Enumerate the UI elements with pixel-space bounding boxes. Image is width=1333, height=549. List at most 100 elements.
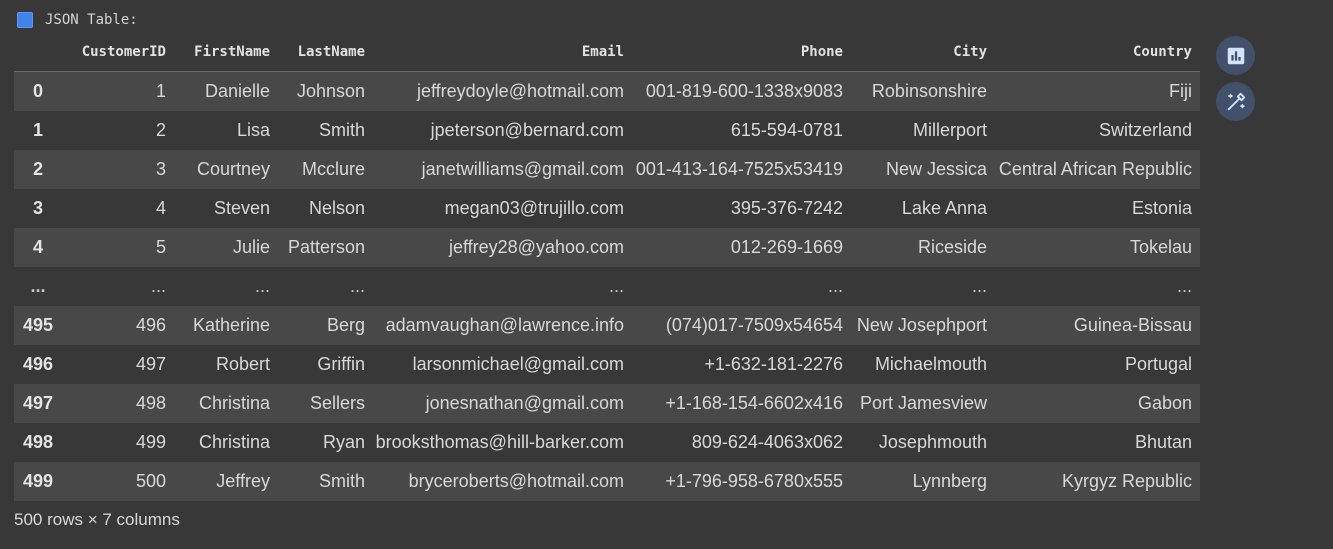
ellipsis-row: ........................ — [14, 267, 1200, 306]
table-body: 0 1 Danielle Johnson jeffreydoyle@hotmail.co… — [14, 71, 1200, 501]
table-row: 1 2 Lisa Smith jpeterson@bernard.com 615-594-… — [14, 111, 1200, 150]
cell-country: Gabon — [1137, 393, 1192, 413]
cell-email: larsonmichael@gmail.com — [412, 354, 624, 374]
cell-customerid: 3 — [155, 159, 166, 179]
table-row: 3 4 Steven Nelson megan03@trujillo.com 395-37… — [14, 189, 1200, 228]
cell-phone: ... — [827, 276, 843, 296]
row-index: 0 — [32, 81, 43, 101]
cell-lastname: Smith — [318, 120, 365, 140]
cell-city: New Josephport — [856, 315, 987, 335]
cell-city: Lake Anna — [901, 198, 987, 218]
cell-lastname: Sellers — [309, 393, 365, 413]
column-header-email: Email — [373, 32, 632, 72]
cell-country: ... — [1176, 276, 1192, 296]
column-header-phone: Phone — [632, 32, 851, 72]
cell-customerid: 497 — [135, 354, 166, 374]
cell-city: Riceside — [917, 237, 987, 257]
cell-email: jeffreydoyle@hotmail.com — [416, 81, 624, 101]
cell-city: Port Jamesview — [859, 393, 987, 413]
column-header-firstname: FirstName — [174, 32, 278, 72]
row-index: 496 — [22, 354, 54, 374]
cell-customerid: 500 — [135, 471, 166, 491]
cell-city: New Jessica — [885, 159, 987, 179]
cell-country: Guinea-Bissau — [1073, 315, 1192, 335]
row-index: 497 — [22, 393, 54, 413]
index-header — [14, 32, 62, 72]
column-header-country: Country — [995, 32, 1200, 72]
cell-country: Tokelau — [1129, 237, 1192, 257]
cell-firstname: Robert — [215, 354, 270, 374]
cell-firstname: Christina — [198, 432, 270, 452]
table-row: 498 499 Christina Ryan brooksthomas@hill-bar… — [14, 423, 1200, 462]
magic-wand-icon — [1225, 91, 1247, 113]
cell-firstname: Danielle — [204, 81, 270, 101]
cell-email: jonesnathan@gmail.com — [425, 393, 624, 413]
cell-country: Portugal — [1124, 354, 1192, 374]
row-index: 495 — [22, 315, 54, 335]
bar-chart-icon — [1225, 45, 1247, 67]
cell-customerid: 4 — [155, 198, 166, 218]
cell-phone: 001-413-164-7525x53419 — [635, 159, 843, 179]
cell-country: Estonia — [1131, 198, 1192, 218]
cell-email: ... — [608, 276, 624, 296]
table-row: 495 496 Katherine Berg adamvaughan@lawrence.… — [14, 306, 1200, 345]
cell-lastname: ... — [349, 276, 365, 296]
cell-email: megan03@trujillo.com — [444, 198, 624, 218]
cell-email: adamvaughan@lawrence.info — [385, 315, 624, 335]
cell-city: Millerport — [912, 120, 987, 140]
cell-country: Switzerland — [1098, 120, 1192, 140]
column-header-customerid: CustomerID — [62, 32, 174, 72]
row-index: 2 — [32, 159, 43, 179]
cell-firstname: Steven — [213, 198, 270, 218]
cell-lastname: Mcclure — [301, 159, 365, 179]
table-row: 4 5 Julie Patterson jeffrey28@yahoo.com 012-2… — [14, 228, 1200, 267]
cell-country: Bhutan — [1134, 432, 1192, 452]
cell-firstname: Courtney — [196, 159, 270, 179]
cell-country: Central African Republic — [998, 159, 1192, 179]
cell-city: Michaelmouth — [874, 354, 987, 374]
cell-phone: +1-796-958-6780x555 — [665, 471, 843, 491]
cell-lastname: Ryan — [322, 432, 365, 452]
table-row: 2 3 Courtney Mcclure janetwilliams@gmail.com… — [14, 150, 1200, 189]
cell-phone: 615-594-0781 — [730, 120, 843, 140]
table-row: 497 498 Christina Sellers jonesnathan@gmail.… — [14, 384, 1200, 423]
cell-lastname: Nelson — [308, 198, 365, 218]
cell-lastname: Smith — [318, 471, 365, 491]
cell-city: Lynnberg — [912, 471, 987, 491]
cell-phone: +1-168-154-6602x416 — [665, 393, 843, 413]
cell-lastname: Griffin — [317, 354, 365, 374]
cell-country: Fiji — [1169, 81, 1192, 101]
table-row: 496 497 Robert Griffin larsonmichael@gmail.c… — [14, 345, 1200, 384]
output-label-text: JSON Table: — [45, 12, 138, 28]
row-index: 1 — [32, 120, 43, 140]
row-index: 498 — [22, 432, 54, 452]
cell-lastname: Johnson — [296, 81, 365, 101]
suggest-charts-button[interactable] — [1216, 36, 1255, 75]
cell-phone: +1-632-181-2276 — [704, 354, 843, 374]
table-row: 0 1 Danielle Johnson jeffreydoyle@hotmail.co… — [14, 71, 1200, 111]
cell-phone: (074)017-7509x54654 — [665, 315, 843, 335]
generate-code-button[interactable] — [1216, 82, 1255, 121]
dataframe-table: CustomerID FirstName LastName Email Phon… — [14, 32, 1200, 501]
cell-city: Robinsonshire — [871, 81, 987, 101]
dataframe-table-container: CustomerID FirstName LastName Email Phon… — [14, 32, 1200, 501]
row-index: 4 — [32, 237, 43, 257]
cell-customerid: 1 — [155, 81, 166, 101]
output-square-icon — [17, 12, 33, 28]
cell-phone: 001-819-600-1338x9083 — [645, 81, 843, 101]
cell-email: janetwilliams@gmail.com — [421, 159, 624, 179]
cell-lastname: Patterson — [287, 237, 365, 257]
cell-phone: 012-269-1669 — [730, 237, 843, 257]
column-header-lastname: LastName — [278, 32, 373, 72]
row-index: 499 — [22, 471, 54, 491]
cell-customerid: 2 — [155, 120, 166, 140]
cell-customerid: 498 — [135, 393, 166, 413]
cell-country: Kyrgyz Republic — [1061, 471, 1192, 491]
cell-lastname: Berg — [326, 315, 365, 335]
cell-customerid: 5 — [155, 237, 166, 257]
cell-firstname: Lisa — [236, 120, 270, 140]
cell-email: jpeterson@bernard.com — [430, 120, 624, 140]
table-row: 499 500 Jeffrey Smith bryceroberts@hotmail.c… — [14, 462, 1200, 501]
cell-firstname: Katherine — [192, 315, 270, 335]
cell-email: bryceroberts@hotmail.com — [408, 471, 624, 491]
